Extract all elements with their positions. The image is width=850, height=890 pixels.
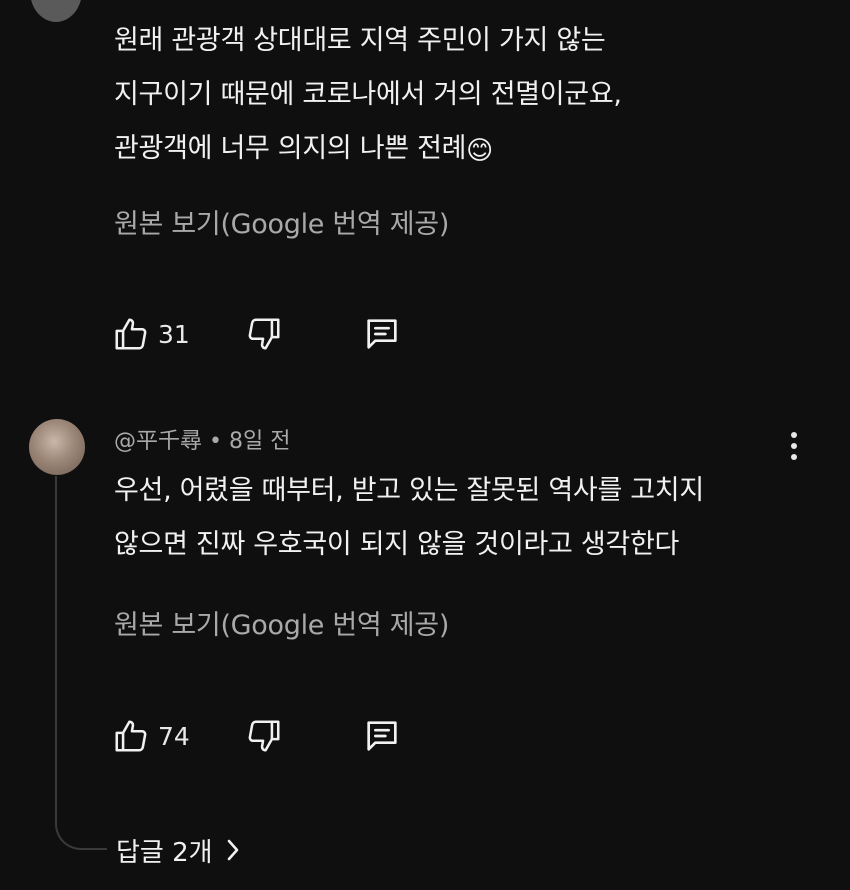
comment-line: 원래 관광객 상대대로 지역 주민이 가지 않는 [114,25,606,56]
thread-line [55,476,107,850]
replies-label: 답글 2개 [116,837,213,868]
comment-actions: 31 [112,314,432,354]
timestamp: 8일 전 [229,429,291,454]
more-options-button[interactable] [786,432,802,464]
comment-actions: 74 [112,716,432,756]
comment-icon [367,721,397,751]
see-original-link[interactable]: 원본 보기(Google 번역 제공) [114,603,449,642]
thumbs-up-icon [115,720,147,752]
comment-line: 지구이기 때문에 코로나에서 거의 전멸이군요, [114,79,622,110]
comment-body: 원래 관광객 상대대로 지역 주민이 가지 않는 지구이기 때문에 코로나에서 … [114,14,622,178]
chevron-right-icon [227,839,238,861]
thumbs-up-icon [115,318,147,350]
comment-icon [367,319,397,349]
like-count: 74 [158,721,190,751]
reply-button[interactable] [361,314,403,354]
like-button[interactable]: 74 [112,716,190,756]
dislike-button[interactable] [245,716,283,756]
comment-line: 않으면 진짜 우호국이 되지 않을 것이라고 생각한다 [114,529,680,560]
reply-button[interactable] [361,716,403,756]
comment-meta: @平千尋 • 8일 전 [114,423,290,455]
comment-line: 우선, 어렸을 때부터, 받고 있는 잘못된 역사를 고치지 [114,475,704,506]
more-vertical-icon [791,432,797,438]
see-original-link[interactable]: 원본 보기(Google 번역 제공) [114,202,449,241]
thumbs-down-icon [248,720,280,752]
meta-separator: • [209,429,222,454]
smiling-face-emoji: 😊 [466,136,493,166]
view-replies-button[interactable]: 답글 2개 [116,830,241,870]
comment-body: 우선, 어렸을 때부터, 받고 있는 잘못된 역사를 고치지 않으면 진짜 우호… [114,464,704,572]
more-options-button[interactable] [788,0,800,6]
author-name[interactable]: @平千尋 [114,429,202,454]
thumbs-down-icon [248,318,280,350]
avatar[interactable] [30,0,82,22]
dislike-button[interactable] [245,314,283,354]
avatar[interactable] [29,419,85,475]
like-button[interactable]: 31 [112,314,190,354]
like-count: 31 [158,319,190,349]
comment-line: 관광객에 너무 의지의 나쁜 전례😊 [114,122,622,178]
